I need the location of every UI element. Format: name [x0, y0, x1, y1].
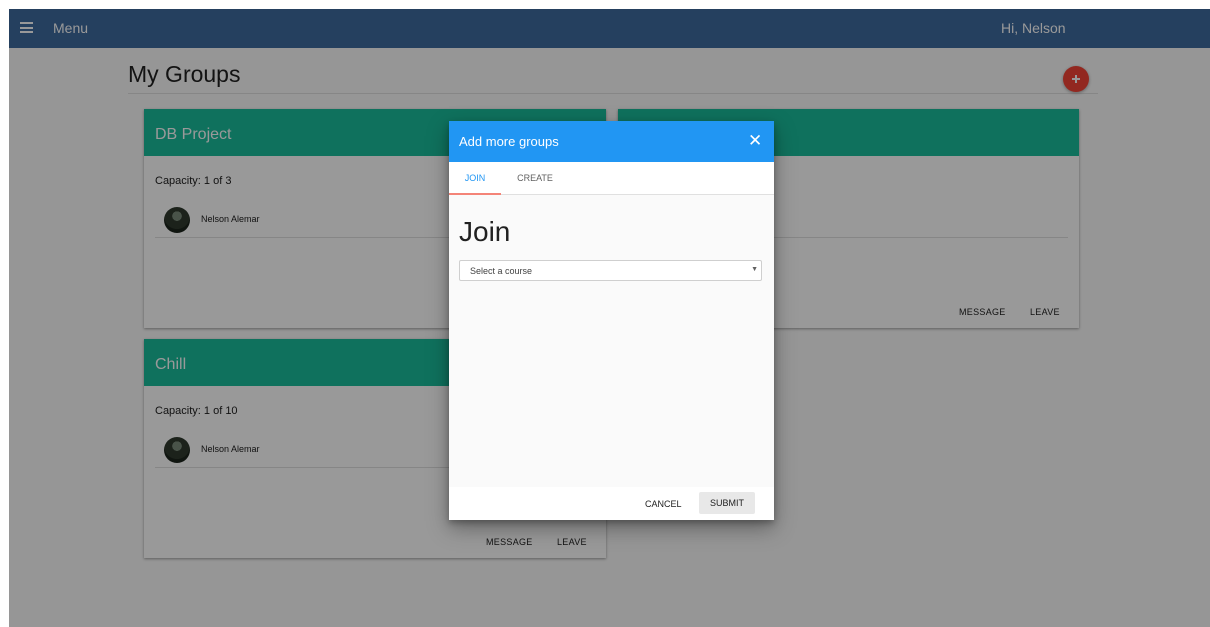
add-groups-dialog: Add more groups ✕ JOIN CREATE Join Selec…	[449, 121, 774, 520]
dialog-body: Join Select a course ▼	[449, 195, 774, 487]
dialog-header: Add more groups ✕	[449, 121, 774, 162]
course-select-value: Select a course	[470, 266, 533, 276]
caret-down-icon: ▼	[751, 266, 758, 273]
app: Menu Hi, Nelson My Groups DB Project Cap…	[9, 9, 1210, 627]
dialog-tabs: JOIN CREATE	[449, 162, 774, 195]
course-select[interactable]: Select a course ▼	[459, 260, 762, 281]
dialog-footer: CANCEL SUBMIT	[449, 487, 774, 520]
tab-join[interactable]: JOIN	[449, 162, 501, 195]
dialog-title: Add more groups	[459, 134, 559, 149]
join-heading: Join	[459, 216, 511, 247]
close-icon[interactable]: ✕	[748, 132, 762, 149]
cancel-button[interactable]: CANCEL	[645, 499, 682, 509]
tab-create[interactable]: CREATE	[507, 162, 563, 194]
submit-button[interactable]: SUBMIT	[699, 492, 755, 514]
